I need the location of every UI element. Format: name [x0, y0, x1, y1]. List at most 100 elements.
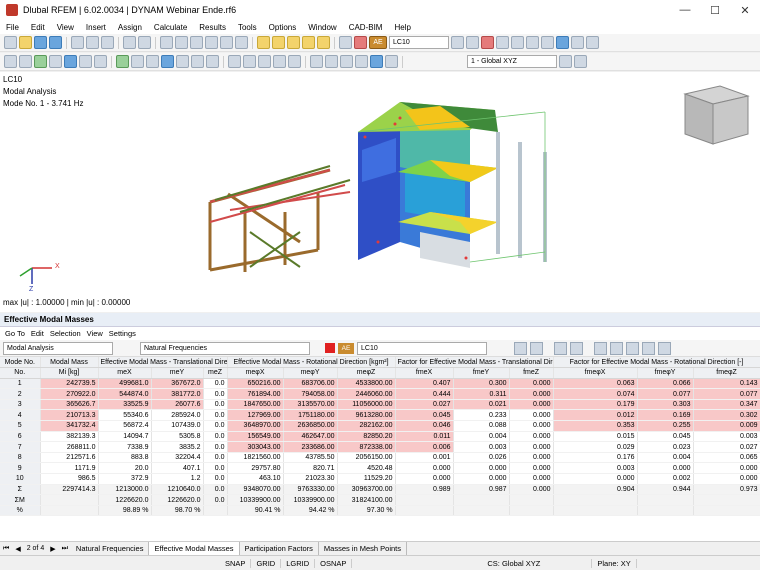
- table-cell[interactable]: 0.027: [693, 441, 760, 453]
- table-cell[interactable]: 761894.00: [227, 388, 284, 400]
- table-cell[interactable]: 0.0: [203, 473, 228, 485]
- table-cell[interactable]: 56872.4: [98, 420, 152, 432]
- table-cell[interactable]: 0.012: [553, 409, 638, 422]
- column-header[interactable]: fmeY: [453, 367, 510, 379]
- panel-columns-icon[interactable]: [610, 341, 623, 355]
- view-split-icon[interactable]: [175, 36, 188, 49]
- coordinate-system-dropdown[interactable]: 1 - Global XYZ: [467, 55, 557, 68]
- load-icon[interactable]: [146, 55, 159, 68]
- panel-filter-icon[interactable]: [530, 341, 543, 355]
- menu-window[interactable]: Window: [302, 23, 342, 32]
- table-cell[interactable]: 382139.3: [40, 431, 99, 443]
- table-row[interactable]: 4 210713.3 55340.6 285924.0 0.0 127969.00 1751…: [0, 409, 760, 422]
- table-cell[interactable]: 0.000: [395, 462, 454, 475]
- table-cell[interactable]: 0.027: [395, 399, 454, 411]
- display-icon[interactable]: [325, 55, 338, 68]
- column-header[interactable]: fmeφY: [637, 367, 694, 379]
- table-cell[interactable]: 14094.7: [98, 431, 152, 443]
- column-header[interactable]: meφX: [227, 367, 284, 379]
- table-cell[interactable]: 0.021: [453, 399, 510, 411]
- table-cell[interactable]: 0.0: [203, 399, 228, 411]
- panel-menu-view[interactable]: View: [84, 329, 106, 338]
- table-cell[interactable]: 0.353: [553, 420, 638, 432]
- table-cell[interactable]: 341732.4: [40, 420, 99, 432]
- view-z-icon[interactable]: [206, 55, 219, 68]
- table-cell[interactable]: 1821560.00: [227, 452, 284, 464]
- table-cell[interactable]: 986.5: [40, 473, 99, 485]
- table-cell[interactable]: 0.011: [395, 431, 454, 443]
- table-cell[interactable]: 0.004: [453, 431, 510, 443]
- maximize-button[interactable]: ☐: [700, 4, 730, 17]
- table-cell[interactable]: 0.0: [203, 462, 228, 475]
- table-cell[interactable]: 82850.20: [337, 431, 396, 443]
- table-cell[interactable]: 0.000: [509, 462, 554, 475]
- table-icon[interactable]: [101, 36, 114, 49]
- column-header[interactable]: Mi [kg]: [40, 367, 99, 379]
- table-row[interactable]: 2 270922.0 544874.0 381772.0 0.0 761894.00 794…: [0, 388, 760, 400]
- table-cell[interactable]: 0.000: [509, 409, 554, 422]
- column-header[interactable]: meZ: [203, 367, 228, 379]
- table-cell[interactable]: 683706.00: [283, 378, 338, 390]
- first-page-button[interactable]: ⏮: [0, 545, 12, 553]
- menu-help[interactable]: Help: [388, 23, 416, 32]
- new-file-icon[interactable]: [4, 36, 17, 49]
- previous-page-button[interactable]: ◀: [12, 545, 23, 553]
- table-cell[interactable]: 0.077: [637, 388, 694, 400]
- table-cell[interactable]: 0.143: [693, 378, 760, 390]
- column-header[interactable]: fmeφZ: [693, 367, 760, 379]
- table-cell[interactable]: 462647.00: [283, 431, 338, 443]
- analysis-dropdown[interactable]: Modal Analysis: [3, 341, 113, 355]
- table-cell[interactable]: 0.000: [509, 431, 554, 443]
- animation-icon[interactable]: [496, 36, 509, 49]
- table-cell[interactable]: 2636850.00: [283, 420, 338, 432]
- table-cell[interactable]: 233686.00: [283, 441, 338, 453]
- table-cell[interactable]: 0.302: [693, 409, 760, 422]
- row-number[interactable]: 1: [0, 378, 41, 390]
- table-cell[interactable]: 0.0: [203, 388, 228, 400]
- previous-lc-icon[interactable]: [451, 36, 464, 49]
- table-cell[interactable]: 33525.9: [98, 399, 152, 411]
- table-cell[interactable]: 3835.2: [151, 441, 204, 453]
- table-cell[interactable]: 0.000: [693, 462, 760, 475]
- result-type-dropdown[interactable]: Natural Frequencies: [140, 341, 310, 355]
- row-number[interactable]: 6: [0, 431, 41, 443]
- row-number[interactable]: 8: [0, 452, 41, 464]
- view-x-icon[interactable]: [176, 55, 189, 68]
- calculator-icon[interactable]: [235, 36, 248, 49]
- table-cell[interactable]: 0.065: [693, 452, 760, 464]
- table-cell[interactable]: 0.015: [553, 431, 638, 443]
- table-cell[interactable]: 2056150.00: [337, 452, 396, 464]
- column-header[interactable]: meX: [98, 367, 152, 379]
- table-cell[interactable]: 0.077: [693, 388, 760, 400]
- column-header[interactable]: meφY: [283, 367, 338, 379]
- status-osnap[interactable]: OSNAP: [315, 558, 353, 568]
- member-icon[interactable]: [64, 55, 77, 68]
- table-cell[interactable]: 0.026: [453, 452, 510, 464]
- table-cell[interactable]: 0.000: [509, 420, 554, 432]
- table-cell[interactable]: 883.8: [98, 452, 152, 464]
- table-cell[interactable]: 0.000: [509, 378, 554, 390]
- table-cell[interactable]: 303043.00: [227, 441, 284, 453]
- tab-masses-in-mesh-points[interactable]: Masses in Mesh Points: [319, 541, 408, 556]
- table-cell[interactable]: 55340.6: [98, 409, 152, 422]
- filter-icon[interactable]: [310, 55, 323, 68]
- next-page-button[interactable]: ▶: [47, 545, 58, 553]
- undo-icon[interactable]: [123, 36, 136, 49]
- column-header[interactable]: meY: [151, 367, 204, 379]
- table-cell[interactable]: 43785.50: [283, 452, 338, 464]
- report-icon[interactable]: [86, 36, 99, 49]
- table-cell[interactable]: 794058.00: [283, 388, 338, 400]
- values-icon[interactable]: [526, 36, 539, 49]
- result-values-icon[interactable]: [339, 36, 352, 49]
- calculate-icon[interactable]: [272, 36, 285, 49]
- table-cell[interactable]: 544874.0: [98, 388, 152, 400]
- table-cell[interactable]: 3135570.00: [283, 399, 338, 411]
- table-cell[interactable]: 463.10: [227, 473, 284, 485]
- results-icon[interactable]: [302, 36, 315, 49]
- solid-icon[interactable]: [94, 55, 107, 68]
- pdf-icon[interactable]: [220, 36, 233, 49]
- table-cell[interactable]: 9613280.00: [337, 409, 396, 422]
- tab-natural-frequencies[interactable]: Natural Frequencies: [71, 541, 150, 556]
- panel-filter-funnel-icon[interactable]: [658, 341, 671, 355]
- column-header[interactable]: No.: [0, 367, 41, 379]
